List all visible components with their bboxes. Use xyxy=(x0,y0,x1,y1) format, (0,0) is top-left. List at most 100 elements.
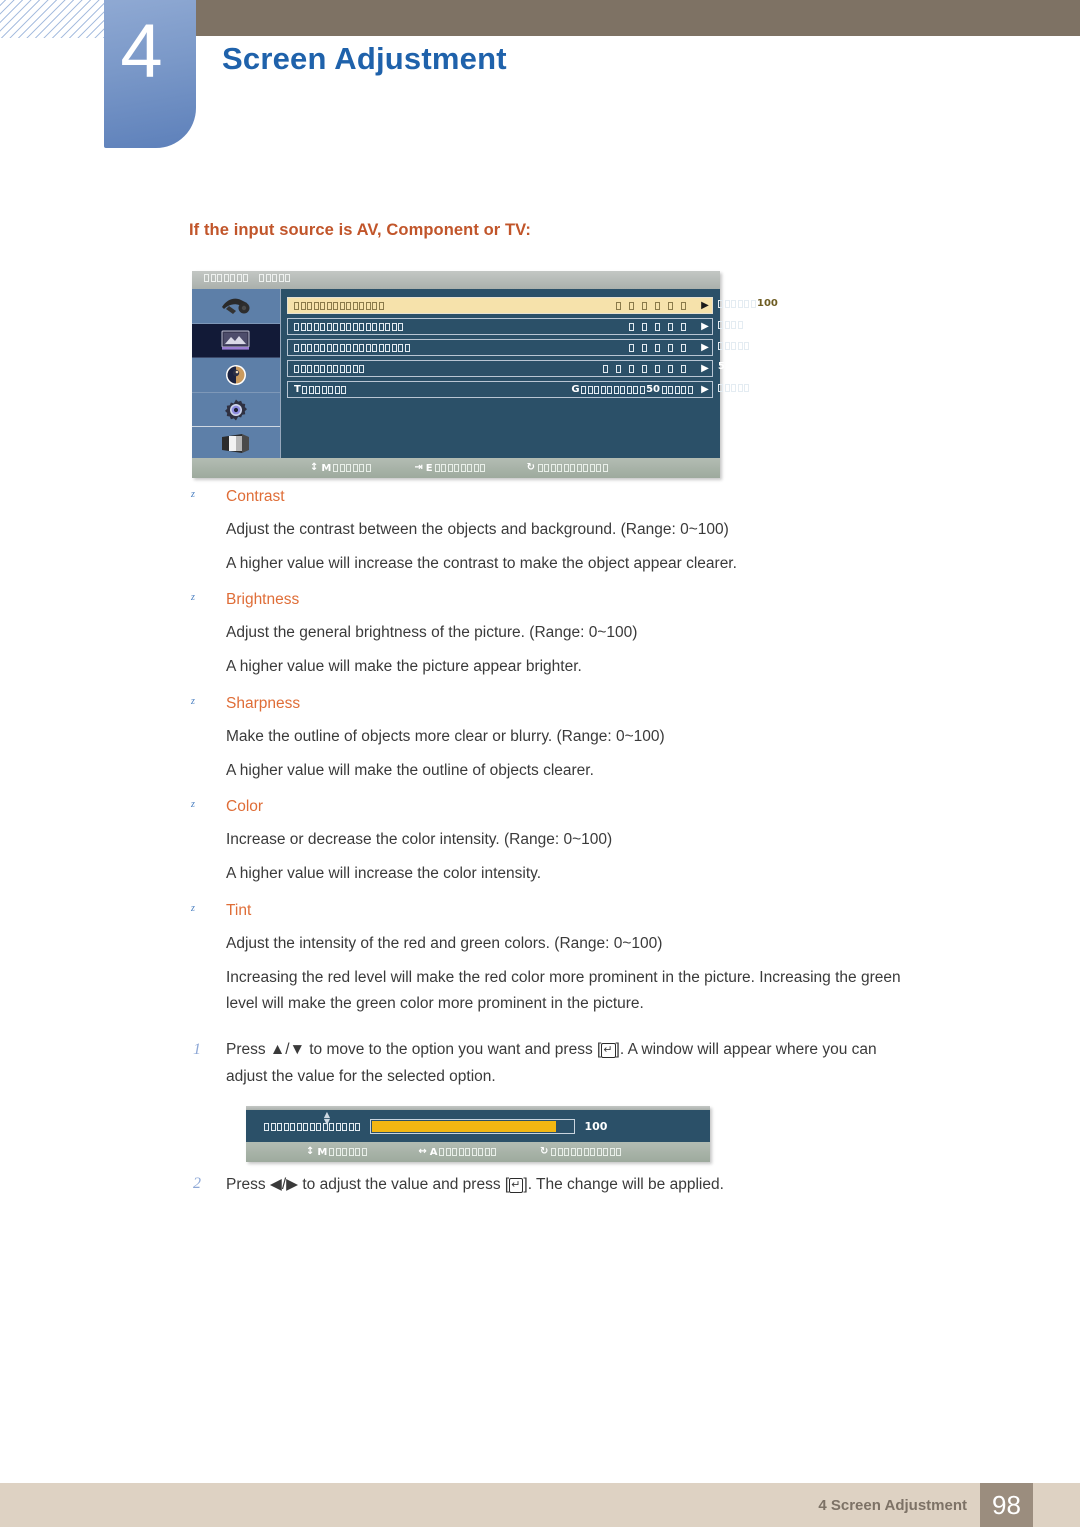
osd-slider-status-bar: ↕ M ↔ A ↻ xyxy=(246,1142,710,1162)
osd-row-value: 50 xyxy=(718,361,732,372)
osd-titlebar xyxy=(192,271,720,289)
osd-status-enter: ⇥ E xyxy=(414,463,486,474)
setup-gear-icon xyxy=(225,399,247,421)
picture-icon xyxy=(221,330,250,350)
osd-row-tint-value: G 50 xyxy=(348,385,698,395)
bullet-marker: z xyxy=(191,696,195,707)
chevron-right-icon: ▶ xyxy=(701,320,709,332)
osd-row-dots xyxy=(411,343,698,352)
enter-key-icon: ↵ xyxy=(509,1178,524,1193)
footer-page-number: 98 xyxy=(980,1483,1033,1527)
osd-row-color[interactable]: ▶ 50 xyxy=(287,360,732,377)
bullet-marker: z xyxy=(191,489,195,500)
bullet-marker: z xyxy=(191,592,195,603)
osd-sidebar-item-picture[interactable] xyxy=(192,323,280,359)
osd-status-return: ↻ xyxy=(540,1147,623,1157)
input-source-icon xyxy=(222,298,250,314)
osd-title-placeholder xyxy=(204,274,292,282)
step-text-part-b: ]. The change will be applied. xyxy=(523,1176,724,1193)
chevron-right-icon: ▶ xyxy=(701,341,709,353)
osd-menu-screenshot: ▶ 100 ▶ ▶ ▶ 50 T G 50 ▶ ↕ M ⇥ E ↻ xyxy=(192,271,778,478)
osd-slider-row: ▲ ▼ 100 xyxy=(246,1110,710,1143)
step-text-part-b: ]. A window will appear where you can xyxy=(615,1041,877,1058)
osd-row-label xyxy=(288,322,405,331)
move-updown-icon: ↕ xyxy=(306,1146,315,1157)
osd-row-label xyxy=(288,301,385,310)
osd-row-sharpness[interactable]: ▶ xyxy=(287,339,749,356)
body-text: Increase or decrease the color intensity… xyxy=(226,831,613,848)
step-text-part-a: Press ▲/▼ to move to the option you want… xyxy=(226,1041,602,1058)
bullet-title-color: Color xyxy=(226,798,264,815)
osd-status-move: ↕ M xyxy=(306,1147,368,1158)
page-title: Screen Adjustment xyxy=(222,41,507,76)
osd-slider-screenshot: ▲ ▼ 100 ↕ M ↔ A ↻ xyxy=(246,1106,710,1162)
move-updown-icon: ↕ xyxy=(310,462,319,473)
osd-row-brightness[interactable]: ▶ xyxy=(287,318,743,335)
slider-value: 100 xyxy=(584,1120,608,1133)
step-number-2: 2 xyxy=(193,1175,201,1192)
osd-options-list: ▶ 100 ▶ ▶ ▶ 50 T G 50 ▶ xyxy=(281,289,778,458)
osd-sidebar-item-sound[interactable] xyxy=(192,358,280,393)
body-text: Increasing the red level will make the r… xyxy=(226,969,901,986)
return-icon: ↻ xyxy=(526,462,535,473)
bullet-title-sharpness: Sharpness xyxy=(226,695,301,712)
osd-status-adjust: ↔ A xyxy=(418,1147,498,1158)
osd-row-dots xyxy=(366,364,699,373)
step-text-1: Press ▲/▼ to move to the option you want… xyxy=(226,1041,877,1059)
osd-row-value: 100 xyxy=(718,299,779,310)
sound-icon xyxy=(226,364,246,385)
step-text-1-line2: adjust the value for the selected option… xyxy=(226,1068,496,1085)
chevron-right-icon: ▶ xyxy=(701,299,709,311)
step-text-2: Press ◀/▶ to adjust the value and press … xyxy=(226,1175,724,1194)
slider-track[interactable] xyxy=(369,1119,575,1134)
adjust-leftright-icon: ↔ xyxy=(418,1146,427,1157)
bullet-title-tint: Tint xyxy=(226,902,252,919)
bullet-title-brightness: Brightness xyxy=(226,591,300,608)
osd-sidebar-item-setup[interactable] xyxy=(192,393,280,428)
bullet-title-contrast: Contrast xyxy=(226,488,285,505)
corner-hatch-decoration xyxy=(0,0,104,38)
body-text: A higher value will increase the color i… xyxy=(226,865,542,882)
chevron-right-icon: ▶ xyxy=(701,362,709,374)
osd-row-value xyxy=(718,383,751,394)
osd-status-bar: ↕ M ⇥ E ↻ xyxy=(192,458,720,478)
osd-row-value xyxy=(718,320,744,331)
osd-status-move: ↕ M xyxy=(310,463,372,474)
osd-sidebar-item-multi-control[interactable] xyxy=(192,427,280,462)
body-text: A higher value will make the picture app… xyxy=(226,658,582,675)
body-text: Make the outline of objects more clear o… xyxy=(226,728,665,745)
return-icon: ↻ xyxy=(539,1146,549,1157)
chapter-number: 4 xyxy=(120,9,162,94)
section-heading: If the input source is AV, Component or … xyxy=(189,221,531,239)
chapter-tab: 4 xyxy=(104,0,196,148)
multi-control-icon xyxy=(222,434,249,454)
osd-row-label xyxy=(288,364,366,373)
osd-row-label xyxy=(288,343,411,352)
chevron-right-icon: ▶ xyxy=(701,383,709,395)
osd-row-value xyxy=(718,341,751,352)
bullet-marker: z xyxy=(191,799,195,810)
body-text: A higher value will increase the contras… xyxy=(226,555,737,572)
body-text: Adjust the general brightness of the pic… xyxy=(226,624,638,641)
osd-row-dots xyxy=(405,322,699,331)
osd-row-contrast[interactable]: ▶ 100 xyxy=(287,297,778,314)
body-text: Adjust the intensity of the red and gree… xyxy=(226,935,663,952)
step-text-part-a: Press ◀/▶ to adjust the value and press … xyxy=(226,1176,510,1193)
body-text: Adjust the contrast between the objects … xyxy=(226,521,729,538)
body-text: level will make the green color more pro… xyxy=(226,995,644,1012)
osd-row-tint[interactable]: T G 50 ▶ xyxy=(287,381,749,398)
osd-sidebar xyxy=(192,289,281,462)
step-number-1: 1 xyxy=(193,1041,201,1058)
footer-chapter-label: 4 Screen Adjustment xyxy=(818,1497,967,1514)
body-text: A higher value will make the outline of … xyxy=(226,762,594,779)
slider-updown-arrows-icon: ▲ ▼ xyxy=(323,1109,331,1126)
enter-key-icon: ↵ xyxy=(601,1043,616,1058)
osd-row-label: T xyxy=(288,384,348,395)
osd-sidebar-item-input[interactable] xyxy=(192,289,280,324)
osd-status-return: ↻ xyxy=(527,463,610,473)
osd-slider-label: ▲ ▼ xyxy=(264,1110,362,1131)
osd-row-dots xyxy=(385,301,698,310)
slider-fill xyxy=(371,1121,557,1132)
bullet-marker: z xyxy=(191,903,195,914)
header-band xyxy=(190,0,1080,36)
